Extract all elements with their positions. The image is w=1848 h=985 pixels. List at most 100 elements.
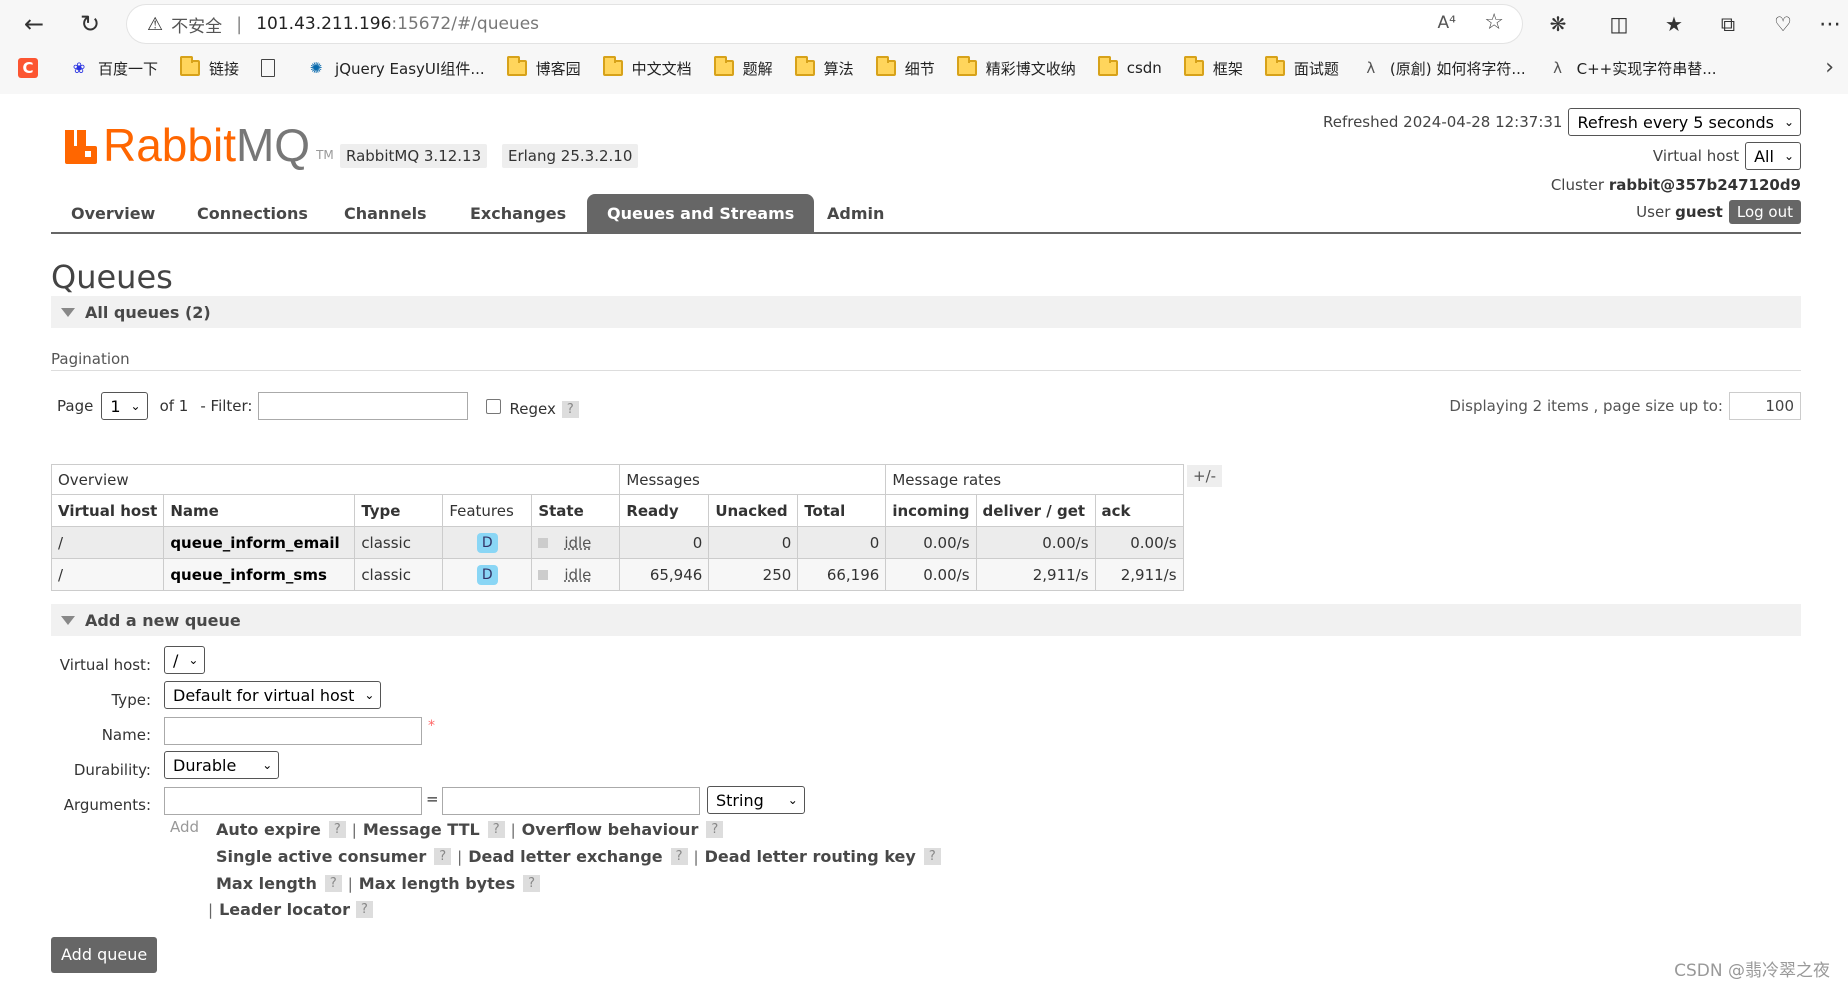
main-nav-tabs: Overview Connections Channels Exchanges … (51, 194, 1801, 234)
tab-overview[interactable]: Overview (51, 194, 175, 234)
bookmark-item[interactable]: 算法 (794, 56, 854, 79)
split-screen-icon[interactable]: ◫ (1601, 6, 1637, 42)
queue-type-select[interactable]: Default for virtual host ⌄ (164, 681, 382, 709)
pagination-divider (51, 370, 1801, 371)
chevron-down-icon: ⌄ (262, 758, 273, 772)
arg-link-max-length[interactable]: Max length (216, 874, 317, 893)
page-label: Page (57, 397, 94, 415)
bookmark-item[interactable]: 题解 (713, 56, 773, 79)
bookmark-item[interactable]: ❀ 百度一下 (69, 58, 158, 79)
bookmark-item[interactable]: 框架 (1183, 56, 1243, 79)
all-queues-toggle[interactable]: All queues (2) (51, 296, 1801, 328)
rabbitmq-logo[interactable]: RabbitMQ TM (65, 122, 334, 168)
bookmark-item[interactable]: 中文文档 (602, 56, 692, 79)
col-virtual-host[interactable]: Virtual host (50, 494, 165, 527)
collections-icon[interactable]: ⧉ (1710, 6, 1746, 42)
durability-select[interactable]: Durable ⌄ (164, 751, 280, 779)
bookmark-item[interactable]: 精彩博文收纳 (956, 56, 1076, 79)
table-row[interactable]: / queue_inform_email classic D idle 0 0 … (50, 526, 1184, 559)
filter-label: - Filter: (200, 397, 253, 415)
chevron-right-icon[interactable]: › (1825, 55, 1834, 80)
bookmark-item[interactable]: λ C++实现字符串替... (1548, 58, 1716, 79)
tab-connections[interactable]: Connections (177, 194, 328, 234)
folder-icon (956, 56, 977, 76)
arg-link-dead-letter-exchange[interactable]: Dead letter exchange (468, 847, 662, 866)
arg-link-message-ttl[interactable]: Message TTL (363, 820, 480, 839)
arg-link-auto-expire[interactable]: Auto expire (216, 820, 321, 839)
table-row[interactable]: / queue_inform_sms classic D idle 65,946… (50, 558, 1184, 591)
arg-link-single-active-consumer[interactable]: Single active consumer (216, 847, 426, 866)
refresh-interval-select[interactable]: Refresh every 5 seconds ⌄ (1568, 108, 1801, 136)
col-unacked[interactable]: Unacked (708, 494, 799, 527)
arg-link-max-length-bytes[interactable]: Max length bytes (359, 874, 515, 893)
help-button[interactable]: ? (523, 875, 541, 892)
favorite-star-icon[interactable]: ☆ (1484, 10, 1504, 35)
tab-queues-and-streams[interactable]: Queues and Streams (587, 194, 815, 234)
argument-value-input[interactable] (442, 787, 700, 815)
col-ready[interactable]: Ready (619, 494, 710, 527)
bookmark-item[interactable]: 面试题 (1264, 56, 1339, 79)
bookmark-label: csdn (1126, 59, 1162, 77)
col-ack[interactable]: ack (1094, 494, 1184, 527)
browser-essentials-icon[interactable]: ♡ (1765, 6, 1801, 42)
help-button[interactable]: ? (487, 821, 505, 838)
add-queue-button[interactable]: Add queue (51, 937, 158, 973)
back-arrow-icon[interactable]: ← (16, 6, 52, 42)
reload-icon[interactable]: ↻ (72, 6, 108, 42)
bookmark-item[interactable]: 博客园 (506, 56, 581, 79)
bookmark-item[interactable]: 细节 (875, 56, 935, 79)
col-name[interactable]: Name (163, 494, 356, 527)
arg-link-leader-locator[interactable]: Leader locator (219, 900, 350, 919)
bookmark-item[interactable]: λ (原創) 如何将字符... (1361, 58, 1525, 79)
arg-link-overflow-behaviour[interactable]: Overflow behaviour (522, 820, 699, 839)
bookmark-item[interactable]: ✺ jQuery EasyUI组件... (306, 58, 485, 79)
col-type[interactable]: Type (354, 494, 444, 527)
virtual-host-field-select[interactable]: / ⌄ (164, 646, 206, 674)
help-button[interactable]: ? (355, 901, 373, 918)
page-select[interactable]: 1 ⌄ (101, 392, 148, 420)
col-total[interactable]: Total (797, 494, 887, 527)
bookmark-item[interactable]: 链接 (180, 56, 239, 79)
filter-input[interactable] (258, 392, 469, 420)
folder-icon (506, 56, 527, 76)
tab-exchanges[interactable]: Exchanges (450, 194, 586, 234)
add-queue-toggle[interactable]: Add a new queue (51, 604, 1801, 636)
help-button[interactable]: ? (328, 821, 346, 838)
queue-name-link[interactable]: queue_inform_sms (163, 558, 356, 591)
collapse-triangle-icon (61, 615, 75, 625)
help-button[interactable]: ? (923, 848, 941, 865)
col-state[interactable]: State (531, 494, 621, 527)
virtual-host-select[interactable]: All ⌄ (1745, 142, 1801, 170)
address-bar[interactable]: ⚠ 不安全 | 101.43.211.196:15672/#/queues A⁴… (127, 5, 1522, 43)
argument-key-input[interactable] (164, 787, 422, 815)
col-incoming[interactable]: incoming (885, 494, 977, 527)
erlang-version-badge: Erlang 25.3.2.10 (502, 144, 639, 168)
col-deliver-get[interactable]: deliver / get (975, 494, 1096, 527)
argument-type-select[interactable]: String ⌄ (707, 786, 805, 814)
help-button[interactable]: ? (434, 848, 452, 865)
regex-label: Regex (509, 400, 556, 418)
chevron-down-icon: ⌄ (1783, 115, 1794, 129)
help-button[interactable]: ? (324, 875, 342, 892)
help-button[interactable]: ? (706, 821, 724, 838)
help-button[interactable]: ? (670, 848, 688, 865)
page-icon (261, 59, 276, 77)
arg-link-dead-letter-routing-key[interactable]: Dead letter routing key (705, 847, 916, 866)
collapse-triangle-icon (61, 307, 75, 317)
bookmark-item[interactable]: csdn (1097, 56, 1162, 77)
read-aloud-icon[interactable]: A⁴ (1438, 13, 1456, 33)
extensions-icon[interactable]: ❋ (1540, 6, 1576, 42)
queue-name-input[interactable] (164, 717, 422, 745)
column-toggle-button[interactable]: +/- (1187, 465, 1223, 487)
bookmark-item[interactable] (261, 59, 284, 77)
tab-admin[interactable]: Admin (807, 194, 904, 234)
queue-name-link[interactable]: queue_inform_email (163, 526, 356, 559)
page-size-input[interactable]: 100 (1729, 392, 1801, 420)
favorites-icon[interactable]: ★ (1656, 6, 1692, 42)
bookmark-csdn-logo[interactable]: C (18, 58, 47, 78)
regex-checkbox[interactable] (486, 398, 502, 414)
tab-channels[interactable]: Channels (324, 194, 447, 234)
regex-help-button[interactable]: ? (561, 400, 579, 418)
more-menu-icon[interactable]: ⋯ (1812, 6, 1848, 42)
required-asterisk: * (428, 718, 435, 734)
